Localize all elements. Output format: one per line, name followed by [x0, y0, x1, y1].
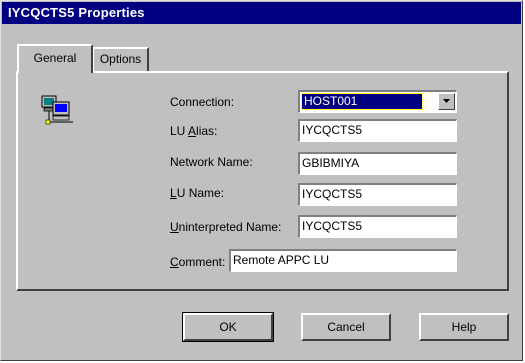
lu-name-label: LU Name: [170, 186, 225, 200]
network-computers-icon [41, 94, 81, 126]
lu-alias-field[interactable]: IYCQCTS5 [298, 119, 457, 142]
connection-selected-value: HOST001 [301, 93, 423, 110]
ok-button[interactable]: OK [182, 312, 274, 342]
connection-dropdown[interactable]: HOST001 [298, 90, 457, 113]
uninterpreted-name-label: Uninterpreted Name: [170, 220, 282, 234]
tab-general-label: General [33, 51, 77, 65]
comment-field[interactable]: Remote APPC LU [229, 249, 457, 272]
comment-label: Comment: [170, 255, 226, 269]
connection-label: Connection: [170, 95, 235, 109]
tab-options[interactable]: Options [92, 47, 149, 72]
help-button[interactable]: Help [419, 313, 509, 341]
network-name-field[interactable]: GBIBMIYA [298, 152, 457, 175]
uninterpreted-name-field[interactable]: IYCQCTS5 [298, 215, 457, 238]
tab-options-label: Options [99, 52, 142, 66]
dropdown-arrow-button[interactable] [438, 93, 455, 110]
tab-general[interactable]: General [17, 44, 93, 73]
cancel-button[interactable]: Cancel [301, 313, 391, 341]
dialog-title: IYCQCTS5 Properties [2, 2, 521, 24]
lu-name-field[interactable]: IYCQCTS5 [298, 183, 457, 206]
properties-dialog: IYCQCTS5 Properties Options General Conn… [0, 0, 523, 361]
lu-alias-label: LU Alias: [170, 124, 218, 138]
chevron-down-icon [443, 99, 450, 103]
network-name-label: Network Name: [170, 155, 253, 169]
